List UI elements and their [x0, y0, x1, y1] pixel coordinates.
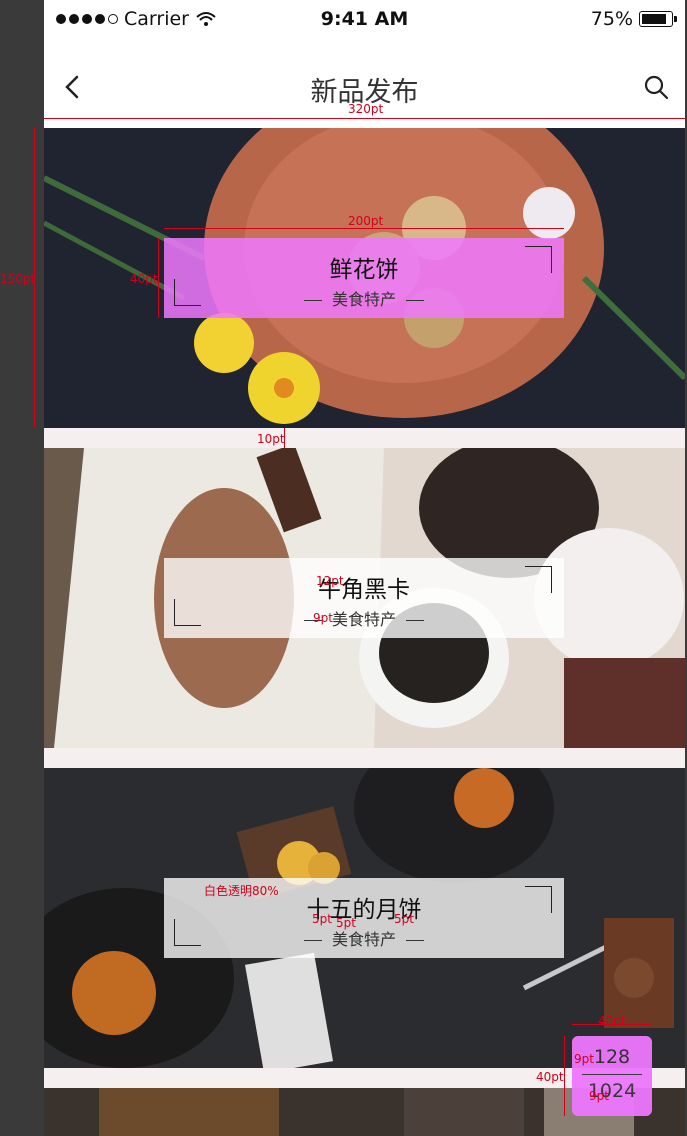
card-subtitle: 美食特产	[164, 286, 564, 310]
card-title: 鲜花饼	[329, 257, 399, 283]
product-card[interactable]: 十五的月饼 美食特产	[44, 768, 685, 1068]
card-caption: 牛角黑卡 美食特产	[164, 558, 564, 638]
card-caption: 鲜花饼 美食特产	[164, 238, 564, 318]
measure-fab-width-label: 40pt	[598, 1014, 626, 1028]
measure-fab-height-label: 40pt	[536, 1070, 564, 1084]
measure-width-label: 320pt	[348, 102, 384, 116]
measure-overlay-width-label: 200pt	[348, 214, 384, 228]
card-title: 牛角黑卡	[318, 577, 410, 603]
status-time: 9:41 AM	[320, 8, 409, 30]
corner-mark	[174, 919, 201, 946]
measure-title-top-label: 12pt	[316, 574, 344, 588]
battery-percent: 75%	[590, 8, 633, 30]
page-counter-badge[interactable]: 128 1024	[572, 1036, 652, 1116]
measure-fab-nine-label: 9pt	[589, 1089, 609, 1103]
badge-bottom-number: 1024	[587, 1080, 637, 1102]
status-bar: Carrier 9:41 AM 75%	[44, 0, 685, 40]
corner-mark	[525, 566, 552, 593]
measure-subtitle-top-label: 9pt	[313, 611, 333, 625]
measure-line	[564, 1036, 565, 1116]
measure-alpha-label: 白色透明80%	[204, 884, 279, 898]
measure-fab-nine-label: 9pt	[574, 1052, 594, 1066]
measure-height-label: 150pt	[0, 272, 36, 286]
phone-screen: Carrier 9:41 AM 75% 新品发布 鲜花饼 美食特产 牛角黑卡 美…	[44, 0, 685, 1136]
status-right: 75%	[590, 8, 677, 30]
measure-line	[44, 118, 685, 119]
battery-icon	[639, 11, 677, 27]
measure-overlay-height-label: 40pt	[130, 272, 158, 286]
separator	[44, 428, 685, 448]
corner-mark	[174, 279, 201, 306]
measure-five-label: 5pt	[312, 912, 332, 926]
measure-gap-label: 10pt	[257, 432, 285, 446]
card-subtitle: 美食特产	[164, 606, 564, 630]
measure-line	[158, 238, 159, 318]
measure-five-label: 5pt	[394, 912, 414, 926]
card-subtitle: 美食特产	[164, 926, 564, 950]
product-card[interactable]: 牛角黑卡 美食特产	[44, 448, 685, 748]
corner-mark	[525, 886, 552, 913]
measure-line	[164, 228, 564, 229]
left-gutter	[0, 0, 44, 1136]
badge-divider	[582, 1074, 642, 1075]
corner-mark	[174, 599, 201, 626]
separator	[44, 748, 685, 768]
corner-mark	[525, 246, 552, 273]
measure-five-label: 5pt	[336, 916, 356, 930]
search-icon[interactable]	[641, 72, 671, 102]
